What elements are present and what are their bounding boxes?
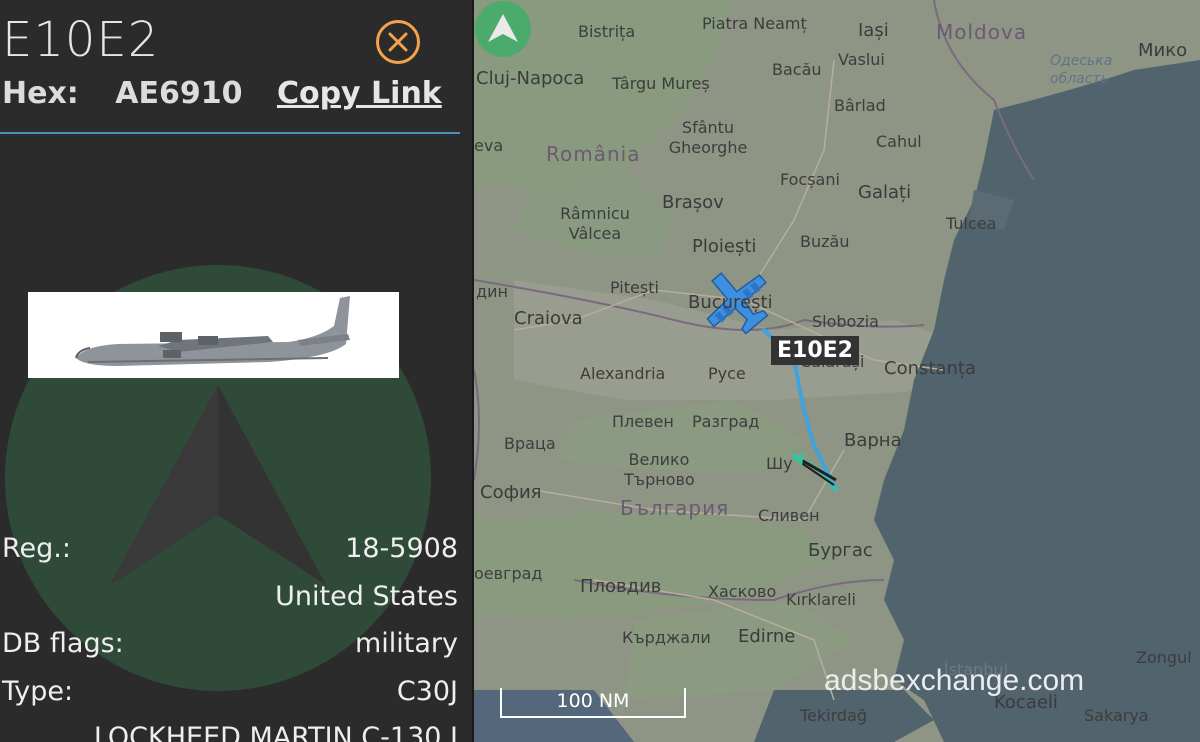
type-value: C30J — [396, 676, 458, 707]
map-label-cluj: Cluj-Napoca — [476, 68, 585, 89]
map-label-sofia: София — [480, 482, 542, 503]
aircraft-photo — [28, 292, 399, 378]
map-label-eva: eva — [474, 136, 504, 155]
map-label-targu-mures: Târgu Mureș — [612, 74, 710, 93]
map-label-piatra-neamt: Piatra Neamț — [702, 14, 807, 33]
map-label-odesa-oblast: Одеська область — [1050, 53, 1113, 87]
detail-row-country: United States — [2, 581, 458, 615]
db-flags-label: DB flags: — [2, 628, 124, 659]
hex-label: Hex: — [2, 76, 79, 111]
map-label-bulgaria: България — [620, 496, 730, 520]
map-label-veliko-tarnovo: Велико Търново — [624, 450, 695, 489]
map-label-kardzhali: Кърджали — [622, 628, 711, 647]
map-label-bistrita: Bistrița — [578, 22, 636, 41]
map-label-constanta: Constanța — [884, 358, 976, 379]
map-label-zonguldak: Zongul — [1136, 648, 1192, 667]
map-label-oevgrad: оевград — [474, 564, 543, 583]
map-label-buzau: Buzău — [800, 232, 850, 251]
map-label-ploiesti: Ploiești — [692, 236, 757, 257]
map-label-pitesti: Pitești — [610, 278, 659, 297]
country-value: United States — [275, 581, 458, 612]
map-label-plovdiv: Пловдив — [580, 576, 662, 597]
map-label-focsani: Focșani — [780, 170, 840, 189]
map-label-vratsa: Враца — [504, 434, 556, 453]
detail-row-registration: Reg.: 18-5908 — [2, 533, 458, 567]
map-label-varna: Варна — [844, 430, 902, 451]
map-label-slobozia: Slobozia — [812, 312, 879, 331]
map-label-ruse: Русе — [708, 364, 746, 383]
map-label-ramnicu-valcea: Râmnicu Vâlcea — [560, 204, 630, 243]
map-label-moldova: Moldova — [936, 20, 1028, 44]
type-label: Type: — [2, 676, 74, 707]
copy-link-button[interactable]: Copy Link — [277, 76, 442, 111]
map-label-razgrad: Разград — [692, 412, 760, 431]
registration-label: Reg.: — [2, 533, 71, 564]
map-label-craiova: Craiova — [514, 308, 583, 329]
hex-row: Hex: AE6910 Copy Link — [2, 76, 442, 111]
map-label-miko: Мико — [1138, 40, 1188, 61]
detail-row-db-flags: DB flags: military — [2, 628, 458, 662]
flight-callsign-label[interactable]: E10E2 — [771, 336, 859, 365]
map-label-bucuresti: București — [688, 292, 773, 313]
hex-value: AE6910 — [115, 76, 243, 111]
map-label-din: дин — [476, 282, 508, 301]
detail-row-type: Type: C30J — [2, 676, 458, 710]
adsbexchange-brand-text: adsbexchange.com — [824, 664, 1085, 697]
close-icon[interactable] — [376, 20, 420, 64]
type-description-value: LOCKHEED MARTIN C-130 J — [93, 722, 458, 742]
map-label-barlad: Bârlad — [834, 96, 886, 115]
map-label-iasi: Iași — [858, 20, 889, 41]
map-label-sfantu-gheorghe: Sfântu Gheorghe — [668, 118, 748, 157]
map-label-bacau: Bacău — [772, 60, 822, 79]
map-label-vaslui: Vaslui — [838, 50, 885, 69]
map-label-brasov: Brașov — [662, 192, 724, 213]
map-label-burgas: Бургас — [808, 540, 873, 561]
map-label-romania: România — [546, 142, 641, 166]
callsign-title: E10E2 — [2, 12, 160, 68]
detail-row-type-description: LOCKHEED MARTIN C-130 J — [2, 722, 458, 742]
map-label-haskovo: Хасково — [708, 582, 777, 601]
adsbexchange-logo-icon — [475, 1, 531, 57]
map-view[interactable]: Bistrița Piatra Neamț Iași Moldova Мико … — [474, 0, 1200, 742]
map-label-tekirdag: Tekirdağ — [800, 706, 868, 725]
db-flags-value: military — [354, 628, 458, 659]
registration-value: 18-5908 — [345, 533, 458, 564]
map-label-cahul: Cahul — [876, 132, 922, 151]
header-divider — [0, 132, 460, 134]
map-label-galati: Galați — [858, 182, 912, 203]
map-label-alexandria: Alexandria — [580, 364, 666, 383]
map-label-pleven: Плевен — [612, 412, 674, 431]
map-label-kirklareli: Kırklareli — [786, 590, 856, 609]
scale-label: 100 NM — [556, 690, 630, 712]
map-label-sakarya: Sakarya — [1084, 706, 1149, 725]
map-label-sliven: Сливен — [758, 506, 820, 525]
map-label-edirne: Edirne — [738, 626, 796, 647]
map-scale-bar: 100 NM — [500, 688, 686, 718]
map-label-shumen: Шу — [766, 454, 793, 473]
map-label-tulcea: Tulcea — [946, 214, 997, 233]
aircraft-info-panel: E10E2 Hex: AE6910 Copy Link Reg.: 18-590… — [0, 0, 474, 742]
